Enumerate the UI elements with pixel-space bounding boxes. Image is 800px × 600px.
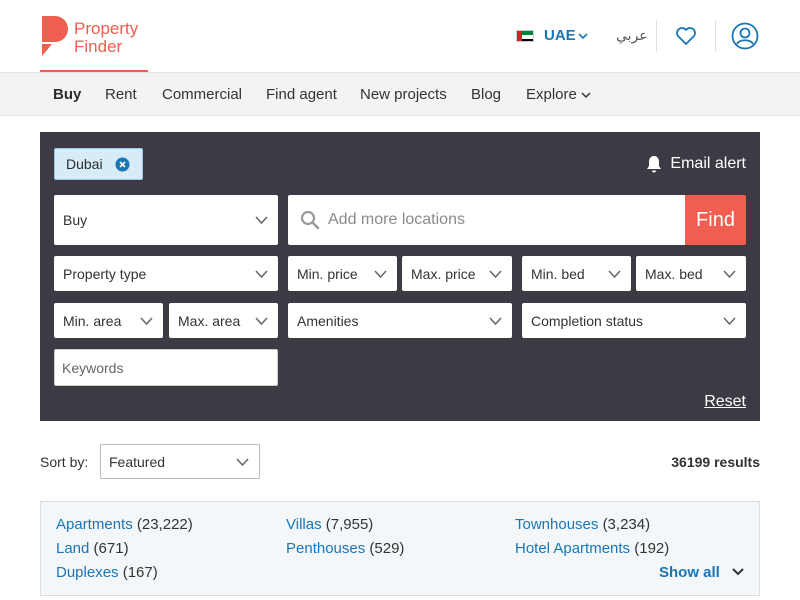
chevron-down-icon <box>255 316 268 325</box>
category-name: Apartments <box>56 516 133 533</box>
max-bed-select[interactable]: Max. bed <box>636 256 746 291</box>
category-villas[interactable]: Villas (7,955) <box>286 516 373 533</box>
chevron-down-icon <box>578 33 588 40</box>
search-icon <box>300 210 320 230</box>
completion-status-label: Completion status <box>531 312 644 329</box>
sort-select-value: Featured <box>109 454 166 470</box>
category-apartments[interactable]: Apartments (23,222) <box>56 516 193 533</box>
nav-item-rent[interactable]: Rent <box>105 86 137 103</box>
show-all-button[interactable]: Show all <box>659 564 720 581</box>
chevron-down-icon <box>489 269 502 278</box>
site-header: Property Finder UAE عربي <box>0 0 800 72</box>
results-count: 36199 results <box>671 454 760 470</box>
category-count: (7,955) <box>325 516 374 533</box>
completion-status-select[interactable]: Completion status <box>522 303 746 338</box>
reset-link[interactable]: Reset <box>704 393 746 411</box>
category-townhouses[interactable]: Townhouses (3,234) <box>515 516 650 533</box>
uae-flag-icon <box>516 30 534 42</box>
amenities-label: Amenities <box>297 312 359 329</box>
main-nav: Buy Rent Commercial Find agent New proje… <box>0 72 800 116</box>
category-count: (23,222) <box>136 516 193 533</box>
category-name: Villas <box>286 516 322 533</box>
category-name: Duplexes <box>56 564 119 581</box>
min-area-select[interactable]: Min. area <box>54 303 163 338</box>
property-type-select[interactable]: Property type <box>54 256 278 291</box>
category-name: Penthouses <box>286 540 366 557</box>
category-count: (167) <box>122 564 158 581</box>
category-duplexes[interactable]: Duplexes (167) <box>56 564 158 581</box>
min-price-select[interactable]: Min. price <box>288 256 397 291</box>
chevron-down-icon <box>723 316 736 325</box>
search-panel: Dubai Email alert Buy Find Property type… <box>40 132 760 421</box>
chevron-down-icon <box>255 216 268 225</box>
chevron-down-icon <box>489 316 502 325</box>
sort-label: Sort by: <box>40 454 89 470</box>
category-hotel-apartments[interactable]: Hotel Apartments (192) <box>515 540 669 557</box>
category-count: (529) <box>369 540 405 557</box>
user-account-icon[interactable] <box>731 22 759 50</box>
sort-select[interactable]: Featured <box>100 444 260 479</box>
chevron-down-icon <box>732 568 744 576</box>
chevron-down-icon <box>140 316 153 325</box>
chevron-down-icon <box>374 269 387 278</box>
max-bed-label: Max. bed <box>645 265 703 282</box>
category-name: Townhouses <box>515 516 599 533</box>
nav-item-explore[interactable]: Explore <box>526 86 591 103</box>
nav-item-blog[interactable]: Blog <box>471 86 501 103</box>
location-search-box <box>288 195 686 245</box>
divider <box>715 20 716 52</box>
nav-item-new-projects[interactable]: New projects <box>360 86 447 103</box>
logo-text: Property Finder <box>74 20 138 56</box>
chevron-down-icon <box>236 458 249 467</box>
property-finder-logo[interactable]: Property Finder <box>40 14 160 60</box>
email-alert-button[interactable]: Email alert <box>670 155 746 173</box>
nav-item-buy[interactable]: Buy <box>53 86 81 103</box>
location-chip[interactable]: Dubai <box>54 148 143 180</box>
chevron-down-icon <box>255 269 268 278</box>
min-bed-label: Min. bed <box>531 265 585 282</box>
nav-item-commercial[interactable]: Commercial <box>162 86 242 103</box>
country-selector[interactable]: UAE <box>544 27 576 44</box>
chevron-down-icon <box>608 269 621 278</box>
chevron-down-icon <box>723 269 736 278</box>
min-bed-select[interactable]: Min. bed <box>522 256 631 291</box>
purpose-select-label: Buy <box>63 212 88 228</box>
amenities-select[interactable]: Amenities <box>288 303 512 338</box>
logo-line-2: Finder <box>74 37 123 56</box>
logo-line-1: Property <box>74 19 139 38</box>
keywords-input[interactable] <box>54 349 278 386</box>
nav-item-find-agent[interactable]: Find agent <box>266 86 337 103</box>
bell-icon <box>647 156 661 173</box>
divider <box>656 20 657 52</box>
logo-mark-icon <box>42 16 68 56</box>
category-land[interactable]: Land (671) <box>56 540 129 557</box>
location-search-input[interactable] <box>328 195 678 245</box>
favorites-heart-icon[interactable] <box>674 24 698 48</box>
category-count: (671) <box>93 540 129 557</box>
nav-item-explore-label: Explore <box>526 86 577 103</box>
category-penthouses[interactable]: Penthouses (529) <box>286 540 404 557</box>
category-count: (3,234) <box>602 516 651 533</box>
min-price-label: Min. price <box>297 265 358 282</box>
purpose-select[interactable]: Buy <box>54 195 278 245</box>
min-area-label: Min. area <box>63 312 122 329</box>
language-switch[interactable]: عربي <box>616 27 648 44</box>
find-button[interactable]: Find <box>685 195 746 245</box>
chevron-down-icon <box>581 92 591 99</box>
category-name: Hotel Apartments <box>515 540 631 557</box>
category-name: Land <box>56 540 90 557</box>
max-price-label: Max. price <box>411 265 476 282</box>
max-area-label: Max. area <box>178 312 241 329</box>
category-count: (192) <box>634 540 670 557</box>
property-categories: Apartments (23,222) Villas (7,955) Townh… <box>40 501 760 596</box>
remove-chip-icon[interactable] <box>115 157 130 172</box>
property-type-label: Property type <box>63 265 147 282</box>
location-chip-label: Dubai <box>66 156 103 172</box>
max-area-select[interactable]: Max. area <box>169 303 278 338</box>
max-price-select[interactable]: Max. price <box>402 256 512 291</box>
